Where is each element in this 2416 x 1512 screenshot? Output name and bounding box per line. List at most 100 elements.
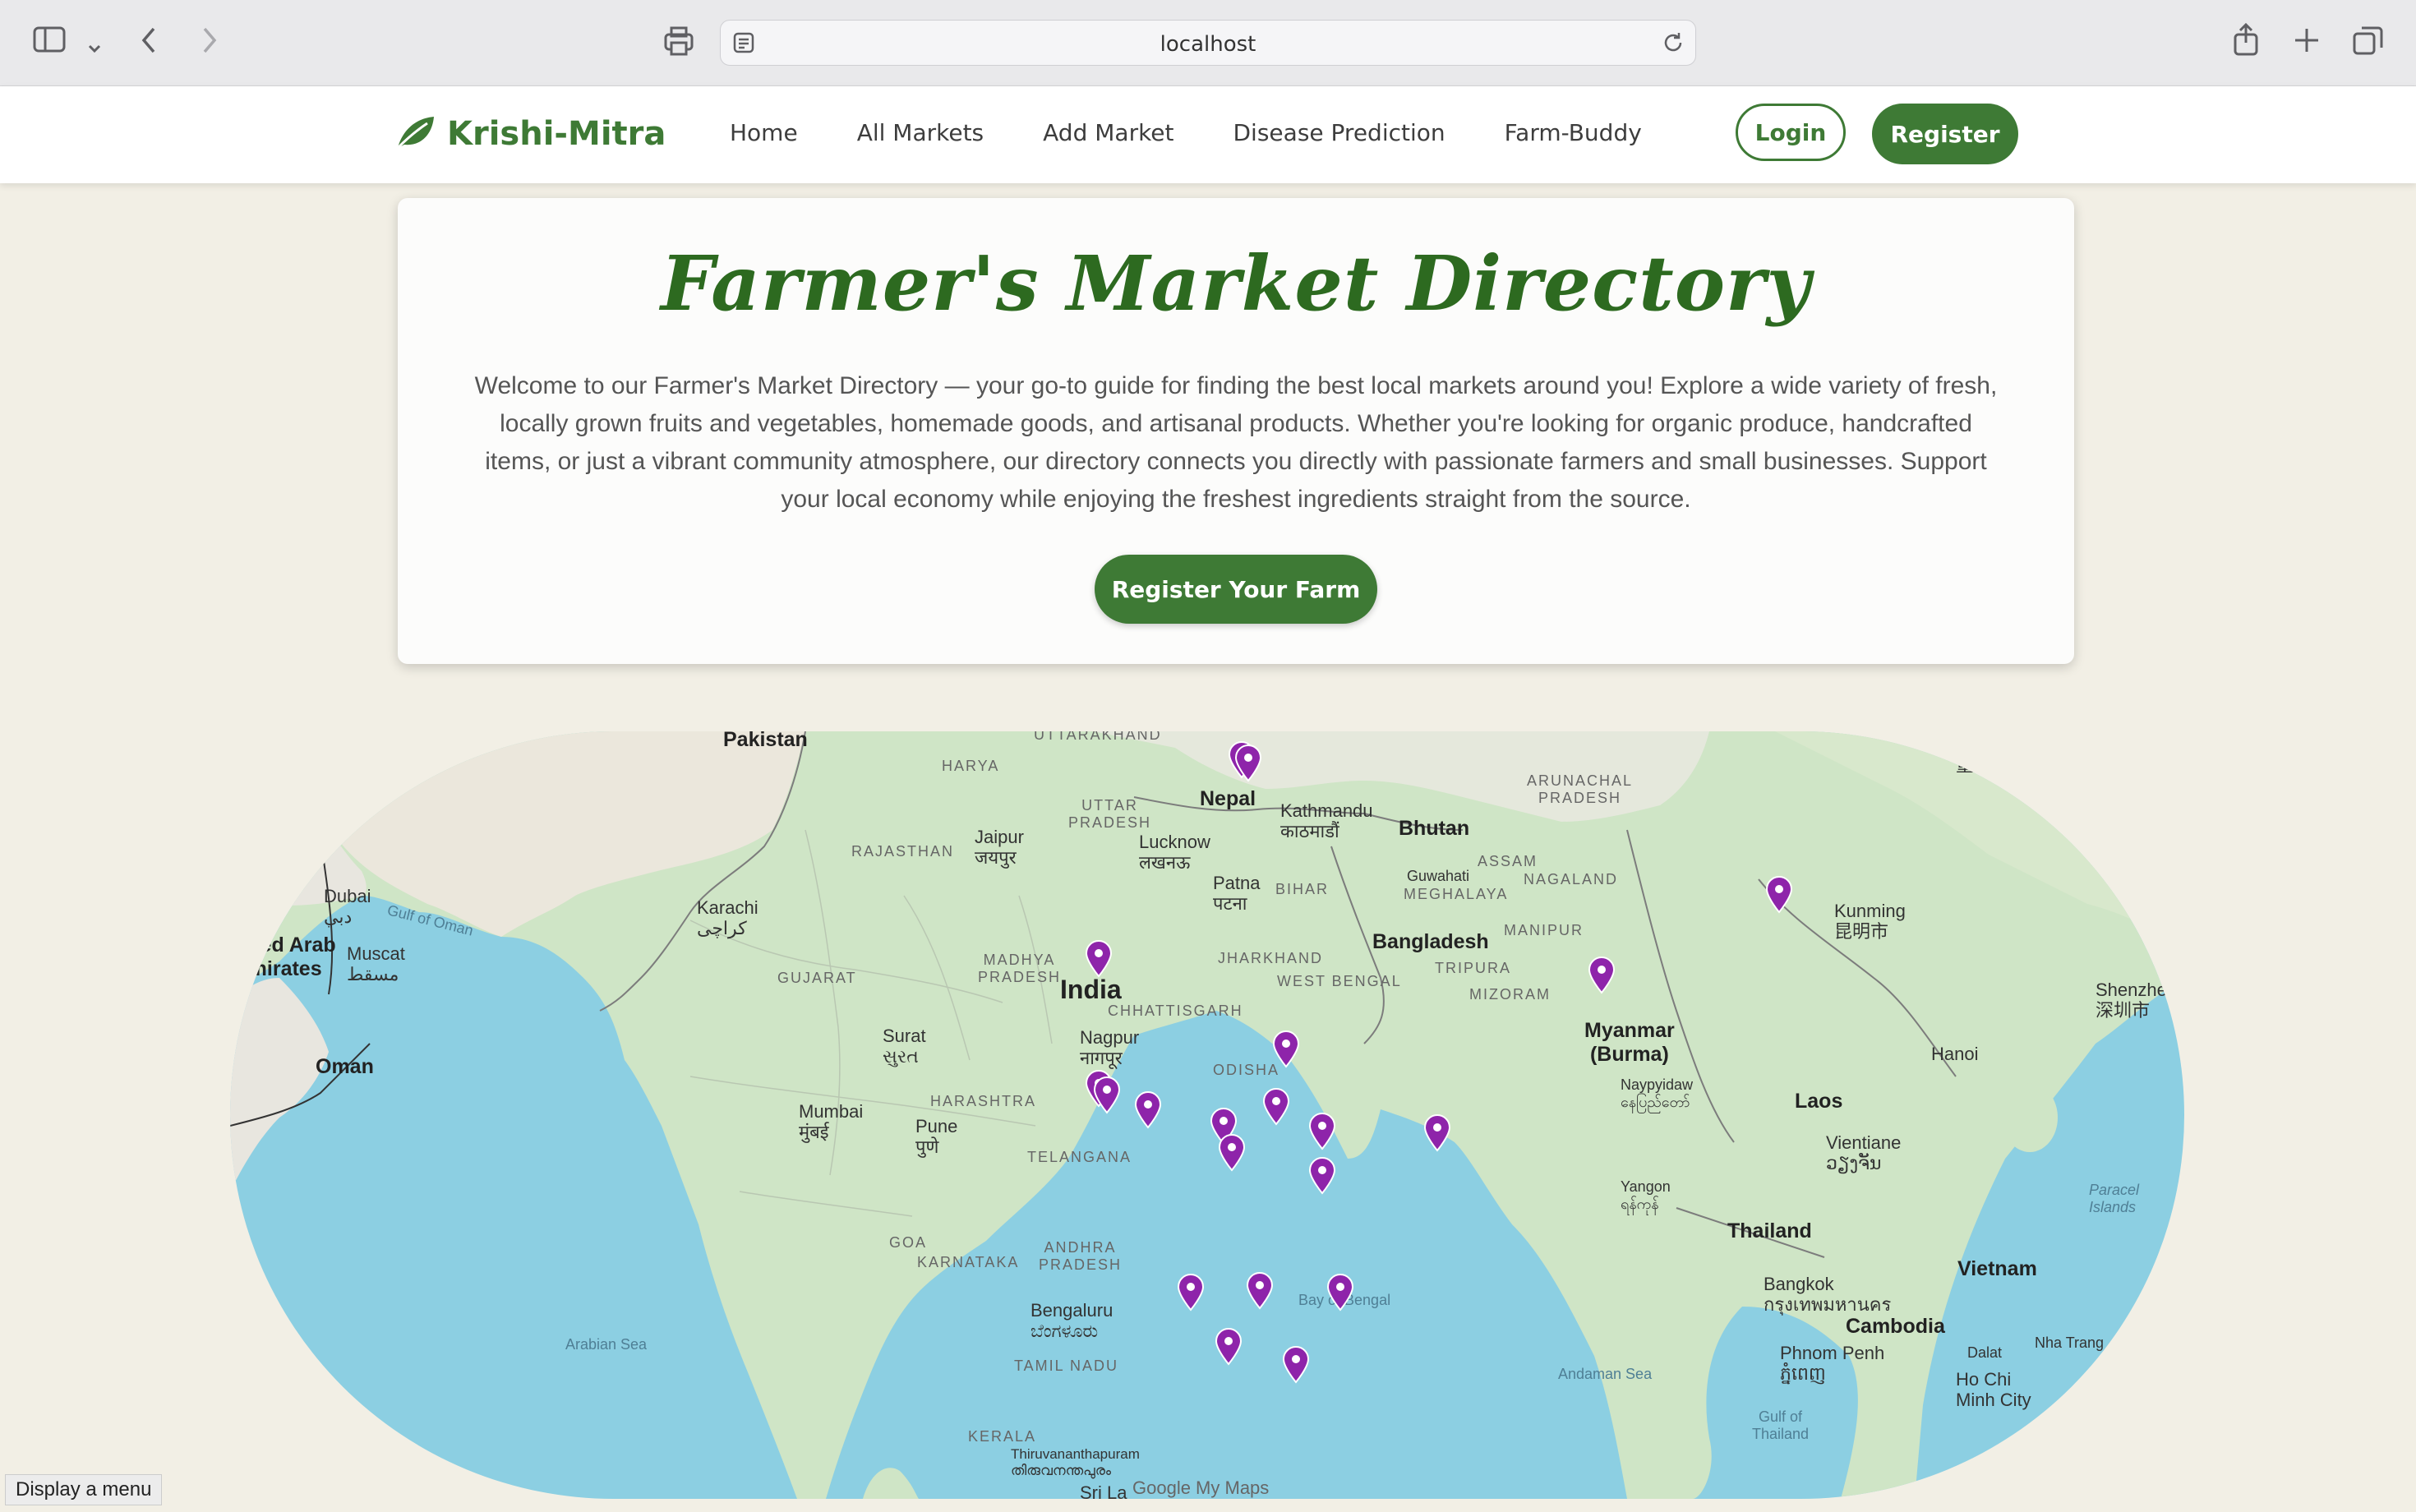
hero-card: Farmer's Market Directory Welcome to our… [398,198,2074,664]
markets-map[interactable]: Pakistan Nepal Bhutan Bangladesh India M… [230,731,2184,1499]
label-ho-chi-minh-city: Ho Chi Minh City [1956,1369,2031,1411]
address-bar[interactable]: localhost [720,20,1696,66]
nav-link-home[interactable]: Home [730,119,798,146]
nav-link-add-market[interactable]: Add Market [1043,119,1173,146]
label-thailand: Thailand [1727,1219,1812,1242]
url-text: localhost [1160,32,1256,57]
label-meghalaya: MEGHALAYA [1404,886,1509,902]
market-pin[interactable] [1326,1274,1354,1311]
label-gulf-of-thailand: Gulf of Thailand [1752,1408,1810,1442]
label-bangkok: Bangkok กรุงเทพมหานคร [1764,1274,1892,1316]
label-guwahati: Guwahati [1407,868,1470,884]
label-thiruvananthapuram: Thiruvananthapuram തിരുവനന്തപുരം [1011,1446,1140,1478]
label-kathmandu: Kathmandu काठमाडौं [1280,800,1373,842]
site-navbar: Krishi-Mitra Home All Markets Add Market… [0,86,2416,183]
label-manipur: MANIPUR [1504,922,1584,938]
label-arunachal: ARUNACHAL PRADESH [1527,772,1634,806]
label-gujarat: GUJARAT [777,970,857,986]
market-pin[interactable] [1588,957,1616,994]
label-mumbai: Mumbai मुंबई [799,1101,864,1143]
label-rajasthan: RAJASTHAN [851,843,955,860]
reload-icon[interactable] [1661,30,1685,58]
sidebar-icon[interactable] [33,26,66,58]
label-madhya-pradesh: MADHYA PRADESH [978,952,1062,985]
label-shenzhen: Shenzhen 深圳市 [2096,980,2178,1021]
label-odisha: ODISHA [1213,1062,1280,1078]
chevron-down-icon[interactable] [87,31,102,59]
status-tooltip: Display a menu [5,1474,163,1505]
label-tamil-nadu: TAMIL NADU [1014,1358,1119,1374]
label-cambodia: Cambodia [1846,1315,1945,1338]
label-yangon: Yangon ရန်ကုန် [1621,1178,1671,1212]
market-pin[interactable] [1234,744,1262,782]
label-nagpur: Nagpur नागपूर [1080,1027,1140,1069]
label-bangladesh: Bangladesh [1372,930,1489,953]
label-kunming: Kunming 昆明市 [1834,901,1906,943]
label-karachi: Karachi کراچی [697,897,758,939]
register-button[interactable]: Register [1872,104,2018,164]
label-india: India [1060,975,1122,1004]
label-vietnam: Vietnam [1957,1257,2037,1280]
label-assam: ASSAM [1478,853,1538,869]
hero-description: Welcome to our Farmer's Market Directory… [474,372,1998,513]
label-karnataka: KARNATAKA [917,1254,1020,1270]
market-pin[interactable] [1218,1134,1246,1172]
share-icon[interactable] [2232,21,2260,62]
label-dubai: Dubai دبي [324,886,371,928]
nav-links: Home All Markets Add Market Disease Pred… [730,119,1642,146]
label-myanmar: Myanmar (Burma) [1584,1019,1675,1066]
nav-link-disease-prediction[interactable]: Disease Prediction [1233,119,1445,146]
browser-toolbar: localhost [0,0,2416,86]
label-muscat: Muscat مسقط [347,943,405,985]
register-farm-button[interactable]: Register Your Farm [1095,555,1377,624]
market-pin[interactable] [1272,1030,1300,1068]
market-pin[interactable] [1134,1091,1162,1129]
label-vientiane: Vientiane ວຽງຈັນ [1826,1132,1902,1174]
label-maharashtra: HARASHTRA [930,1093,1037,1109]
forward-icon[interactable] [201,26,219,59]
label-bihar: BIHAR [1275,881,1330,897]
market-pin[interactable] [1177,1274,1205,1311]
label-patna: Patna पटना [1213,873,1261,915]
market-pin[interactable] [1262,1088,1290,1126]
market-pin[interactable] [1085,940,1113,978]
label-sri-lanka: Sri La [1080,1482,1127,1499]
market-pin[interactable] [1765,876,1793,914]
label-jaipur: Jaipur जयपुर [975,827,1024,869]
page-title: Farmer's Market Directory [661,239,1811,328]
nav-link-all-markets[interactable]: All Markets [857,119,984,146]
back-icon[interactable] [140,26,158,59]
tabs-icon[interactable] [2352,25,2385,61]
label-naypyidaw: Naypyidaw နေပြည်တော် [1621,1076,1694,1110]
login-button[interactable]: Login [1736,104,1846,161]
new-tab-icon[interactable] [2293,26,2321,59]
brand-name: Krishi-Mitra [447,115,666,153]
label-west-bengal: WEST BENGAL [1277,973,1402,989]
print-icon[interactable] [662,25,695,62]
market-pin[interactable] [1308,1157,1336,1195]
market-pin[interactable] [1093,1076,1121,1114]
label-kerala: KERALA [968,1428,1037,1445]
label-uttarakhand: UTTARAKHAND [1034,731,1162,743]
market-pin[interactable] [1215,1328,1243,1366]
label-nha-trang: Nha Trang [2035,1335,2105,1351]
label-goa: GOA [889,1234,928,1251]
label-telangana: TELANGANA [1027,1149,1132,1165]
market-pin[interactable] [1423,1114,1451,1152]
label-uae: nited Arab Emirates [235,933,336,980]
market-pin[interactable] [1308,1113,1336,1150]
label-phnom-penh: Phnom Penh ភ្នំពេញ [1780,1343,1885,1385]
label-mizoram: MIZORAM [1469,986,1551,1003]
label-pakistan: Pakistan [723,731,808,751]
market-pin[interactable] [1282,1346,1310,1384]
map-attribution[interactable]: Google My Maps [1132,1477,1269,1499]
label-pune: Pune पुणे [915,1116,958,1158]
label-chongqing: Chong 重庆 [1956,735,2009,777]
market-pin[interactable] [1246,1272,1274,1310]
nav-link-farm-buddy[interactable]: Farm-Buddy [1505,119,1642,146]
label-jharkhand: JHARKHAND [1218,950,1324,966]
label-andhra-pradesh: ANDHRA PRADESH [1039,1239,1123,1273]
label-laos: Laos [1795,1090,1843,1113]
label-bhutan: Bhutan [1399,817,1470,840]
brand-link[interactable]: Krishi-Mitra [394,109,666,159]
